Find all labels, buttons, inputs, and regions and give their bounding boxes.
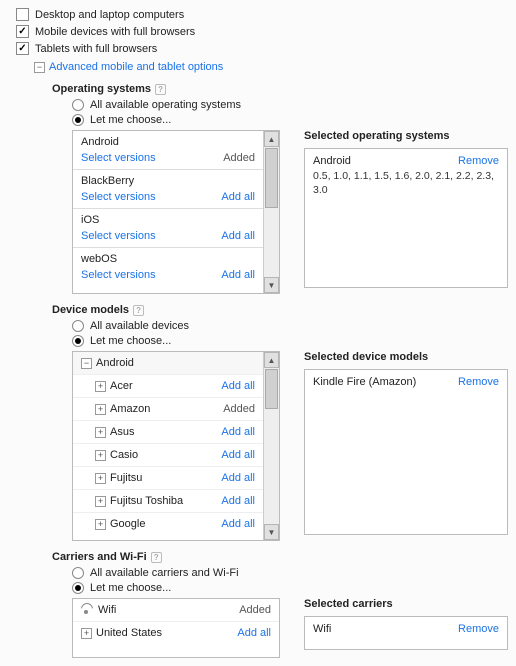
expand-icon[interactable] bbox=[95, 450, 106, 461]
os-item-name[interactable]: iOS bbox=[73, 209, 263, 228]
scroll-down-icon[interactable]: ▼ bbox=[264, 524, 279, 540]
help-icon[interactable] bbox=[155, 84, 166, 95]
devices-selected-box: Kindle Fire (Amazon) Remove bbox=[304, 369, 508, 535]
carrier-name[interactable]: Wifi bbox=[98, 604, 116, 616]
os-select-versions[interactable]: Select versions bbox=[81, 230, 156, 242]
os-select-versions[interactable]: Select versions bbox=[81, 191, 156, 203]
device-selected-name: Kindle Fire (Amazon) bbox=[313, 376, 416, 388]
devices-radio-all-label: All available devices bbox=[90, 320, 189, 332]
device-add-all[interactable]: Add all bbox=[221, 426, 255, 438]
os-selected-detail: 0.5, 1.0, 1.1, 1.5, 1.6, 2.0, 2.1, 2.2, … bbox=[313, 169, 499, 197]
checkbox-mobile[interactable] bbox=[16, 25, 29, 38]
help-icon[interactable] bbox=[151, 552, 162, 563]
advanced-options-link[interactable]: Advanced mobile and tablet options bbox=[49, 61, 223, 73]
device-action: Added bbox=[223, 403, 255, 415]
os-selected-box: Android Remove 0.5, 1.0, 1.1, 1.5, 1.6, … bbox=[304, 148, 508, 288]
devices-radio-all[interactable] bbox=[72, 320, 84, 332]
os-selected-name: Android bbox=[313, 155, 351, 167]
carriers-list-box: Wifi Added United States Add all bbox=[72, 598, 280, 658]
carriers-selected-title: Selected carriers bbox=[304, 598, 508, 610]
device-name[interactable]: Casio bbox=[110, 449, 138, 461]
os-item-name[interactable]: BlackBerry bbox=[73, 170, 263, 189]
scroll-thumb[interactable] bbox=[265, 148, 278, 208]
os-radio-choose-label: Let me choose... bbox=[90, 114, 171, 126]
advanced-toggle-icon[interactable] bbox=[34, 62, 45, 73]
os-select-versions[interactable]: Select versions bbox=[81, 152, 156, 164]
os-section-title: Operating systems bbox=[52, 83, 151, 95]
expand-icon[interactable] bbox=[95, 473, 106, 484]
device-name[interactable]: Fujitsu Toshiba bbox=[110, 495, 183, 507]
scroll-down-icon[interactable]: ▼ bbox=[264, 277, 279, 293]
devices-radio-choose[interactable] bbox=[72, 335, 84, 347]
checkbox-mobile-label: Mobile devices with full browsers bbox=[35, 26, 195, 38]
checkbox-tablet[interactable] bbox=[16, 42, 29, 55]
scroll-up-icon[interactable]: ▲ bbox=[264, 131, 279, 147]
carriers-radio-choose[interactable] bbox=[72, 582, 84, 594]
device-add-all[interactable]: Add all bbox=[221, 518, 255, 530]
os-selected-title: Selected operating systems bbox=[304, 130, 508, 142]
wifi-icon bbox=[81, 606, 92, 614]
checkbox-tablet-label: Tablets with full browsers bbox=[35, 43, 157, 55]
carrier-name[interactable]: United States bbox=[96, 627, 162, 639]
device-name[interactable]: Amazon bbox=[110, 403, 150, 415]
carriers-selected-box: Wifi Remove bbox=[304, 616, 508, 650]
carrier-action: Added bbox=[239, 604, 271, 616]
checkbox-desktop-label: Desktop and laptop computers bbox=[35, 9, 184, 21]
os-item-name[interactable]: Android bbox=[73, 131, 263, 150]
device-add-all[interactable]: Add all bbox=[221, 472, 255, 484]
os-add-all[interactable]: Add all bbox=[221, 191, 255, 203]
carriers-radio-all[interactable] bbox=[72, 567, 84, 579]
os-radio-all[interactable] bbox=[72, 99, 84, 111]
devices-selected-title: Selected device models bbox=[304, 351, 508, 363]
device-add-all[interactable]: Add all bbox=[221, 449, 255, 461]
devices-radio-choose-label: Let me choose... bbox=[90, 335, 171, 347]
device-add-all[interactable]: Add all bbox=[221, 495, 255, 507]
scroll-up-icon[interactable]: ▲ bbox=[264, 352, 279, 368]
os-select-versions[interactable]: Select versions bbox=[81, 269, 156, 281]
os-selected-remove[interactable]: Remove bbox=[458, 155, 499, 167]
os-radio-choose[interactable] bbox=[72, 114, 84, 126]
carriers-radio-all-label: All available carriers and Wi-Fi bbox=[90, 567, 239, 579]
checkbox-desktop[interactable] bbox=[16, 8, 29, 21]
os-radio-all-label: All available operating systems bbox=[90, 99, 241, 111]
device-name[interactable]: Acer bbox=[110, 380, 133, 392]
os-list-box: Android Select versions Added BlackBerry… bbox=[72, 130, 280, 294]
expand-icon[interactable] bbox=[95, 381, 106, 392]
carriers-section-title: Carriers and Wi-Fi bbox=[52, 551, 147, 563]
carrier-add-all[interactable]: Add all bbox=[237, 627, 271, 639]
expand-icon[interactable] bbox=[95, 427, 106, 438]
devices-list-box: Android Acer Add all Amazon Added bbox=[72, 351, 280, 541]
device-add-all[interactable]: Add all bbox=[221, 380, 255, 392]
carriers-radio-choose-label: Let me choose... bbox=[90, 582, 171, 594]
os-action: Added bbox=[223, 152, 255, 164]
expand-icon[interactable] bbox=[95, 404, 106, 415]
devices-section-title: Device models bbox=[52, 304, 129, 316]
help-icon[interactable] bbox=[133, 305, 144, 316]
device-name[interactable]: Fujitsu bbox=[110, 472, 142, 484]
device-selected-remove[interactable]: Remove bbox=[458, 376, 499, 388]
os-add-all[interactable]: Add all bbox=[221, 230, 255, 242]
device-name[interactable]: Asus bbox=[110, 426, 134, 438]
scrollbar[interactable]: ▲ ▼ bbox=[263, 131, 279, 293]
expand-icon[interactable] bbox=[95, 519, 106, 530]
os-item-name[interactable]: webOS bbox=[73, 248, 263, 267]
os-add-all[interactable]: Add all bbox=[221, 269, 255, 281]
scroll-thumb[interactable] bbox=[265, 369, 278, 409]
devices-root[interactable]: Android bbox=[96, 357, 134, 369]
expand-icon[interactable] bbox=[81, 358, 92, 369]
expand-icon[interactable] bbox=[81, 628, 92, 639]
scrollbar[interactable]: ▲ ▼ bbox=[263, 352, 279, 540]
expand-icon[interactable] bbox=[95, 496, 106, 507]
device-name[interactable]: Google bbox=[110, 518, 145, 530]
